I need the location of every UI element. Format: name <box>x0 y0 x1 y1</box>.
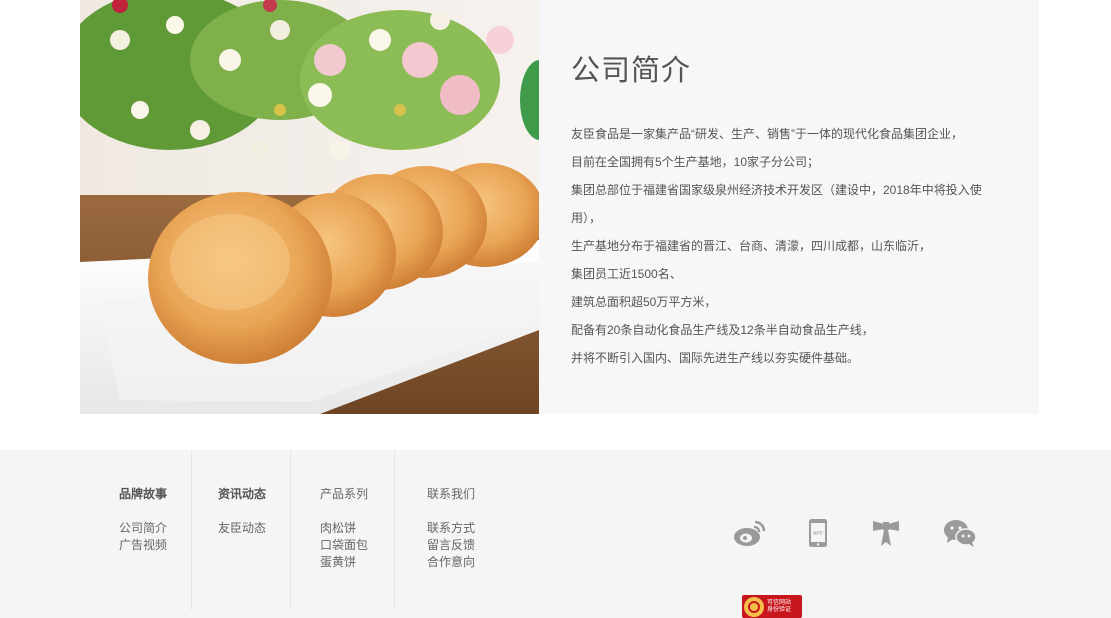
footer-link-contact-info[interactable]: 联系方式 <box>427 520 475 537</box>
footer-divider <box>394 450 395 610</box>
intro-title: 公司简介 <box>571 55 692 87</box>
intro-line: 生产基地分布于福建省的晋江、台商、清濛，四川成都，山东临沂， <box>571 239 932 253</box>
site-footer: 品牌故事 公司简介 广告视频 资讯动态 友臣动态 产品系列 肉松饼 口袋面包 蛋… <box>0 450 1111 618</box>
company-intro-section: 公司简介 友臣食品是一家集产品“研发、生产、销售”于一体的现代化食品集团企业， … <box>80 0 1039 414</box>
footer-divider <box>290 450 291 610</box>
app-label: APP <box>813 531 824 537</box>
badge-line1: 可信网站 <box>767 599 792 606</box>
footer-link-feedback[interactable]: 留言反馈 <box>427 537 475 554</box>
intro-line: 集团总部位于福建省国家级泉州经济技术开发区（建设中，2018年中将投入使 <box>571 183 982 197</box>
intro-paragraphs: 友臣食品是一家集产品“研发、生产、销售”于一体的现代化食品集团企业， 目前在全国… <box>571 120 999 372</box>
trusted-site-badge[interactable]: 可信网站 身份验证 <box>742 595 802 618</box>
footer-list-contact: 联系方式 留言反馈 合作意向 <box>427 520 475 571</box>
footer-link-product[interactable]: 口袋面包 <box>320 537 368 554</box>
mobile-app-icon[interactable]: APP <box>802 517 834 549</box>
intro-line: 建筑总面积超50万平方米， <box>571 295 717 309</box>
badge-text: 可信网站 身份验证 <box>767 600 791 614</box>
weibo-icon[interactable] <box>732 517 768 549</box>
page: 公司简介 友臣食品是一家集产品“研发、生产、销售”于一体的现代化食品集团企业， … <box>0 0 1111 618</box>
trust-seal-icon <box>744 596 764 617</box>
intro-line: 配备有20条自动化食品生产线及12条半自动食品生产线， <box>571 323 874 337</box>
intro-line: 并将不断引入国内、国际先进生产线以夯实硬件基础。 <box>571 351 860 365</box>
badge-line2: 身份验证 <box>767 606 792 613</box>
footer-link-product[interactable]: 蛋黄饼 <box>320 554 368 571</box>
product-photo <box>80 0 539 414</box>
footer-heading-brand-story[interactable]: 品牌故事 <box>119 485 167 502</box>
intro-line: 目前在全国拥有5个生产基地，10家子分公司； <box>571 155 820 169</box>
footer-link-company-news[interactable]: 友臣动态 <box>218 520 266 537</box>
wechat-icon[interactable] <box>940 517 980 549</box>
footer-list-brand: 公司简介 广告视频 <box>119 520 167 554</box>
intro-line: 用）， <box>571 211 602 225</box>
intro-line: 友臣食品是一家集产品“研发、生产、销售”于一体的现代化食品集团企业， <box>571 127 963 141</box>
footer-list-news: 友臣动态 <box>218 520 266 537</box>
footer-heading-news[interactable]: 资讯动态 <box>218 485 266 502</box>
gift-ribbon-icon[interactable] <box>868 517 904 549</box>
intro-line: 集团员工近1500名、 <box>571 267 682 281</box>
footer-link-company-intro[interactable]: 公司简介 <box>119 520 167 537</box>
footer-divider <box>191 450 192 610</box>
footer-link-ad-video[interactable]: 广告视频 <box>119 537 167 554</box>
footer-heading-contact[interactable]: 联系我们 <box>427 485 475 502</box>
footer-link-cooperation[interactable]: 合作意向 <box>427 554 475 571</box>
footer-link-product[interactable]: 肉松饼 <box>320 520 368 537</box>
footer-heading-products[interactable]: 产品系列 <box>320 485 368 502</box>
intro-text-block: 公司简介 友臣食品是一家集产品“研发、生产、销售”于一体的现代化食品集团企业， … <box>539 0 1039 414</box>
footer-list-products: 肉松饼 口袋面包 蛋黄饼 <box>320 520 368 571</box>
